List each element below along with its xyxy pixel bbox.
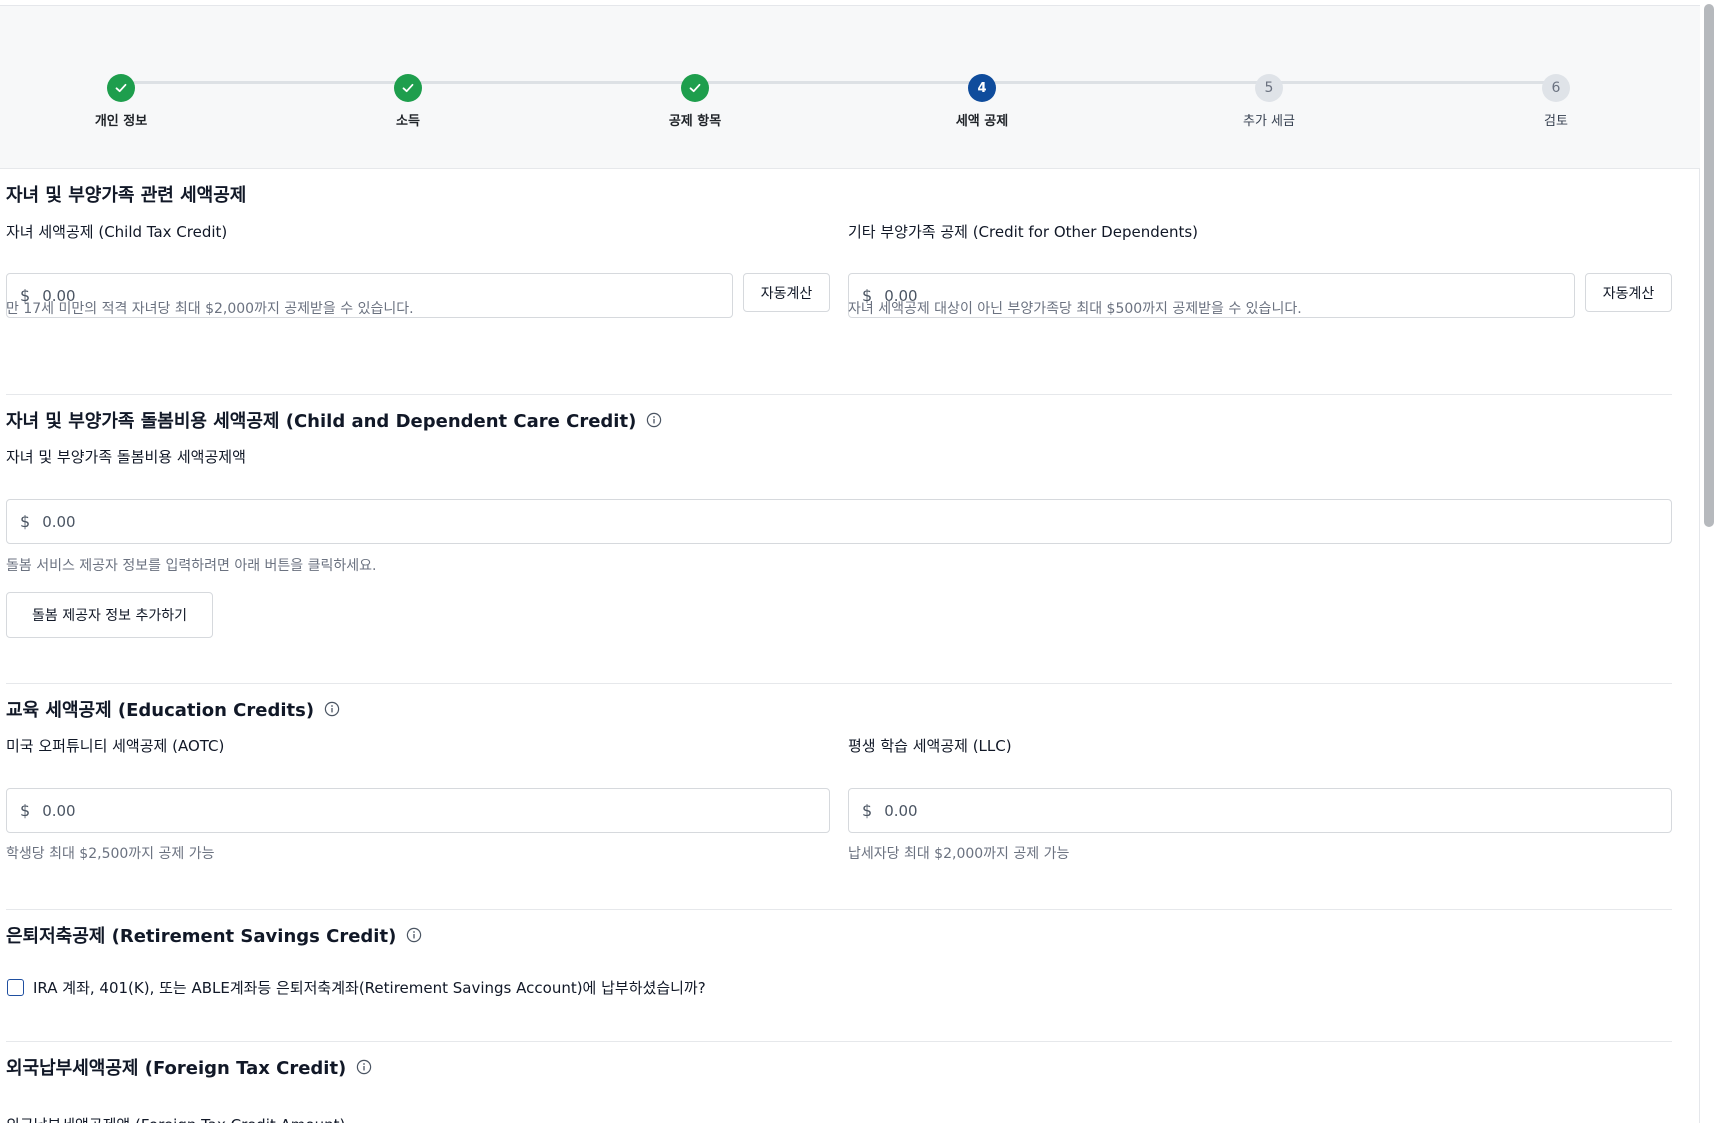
- scrollbar-thumb[interactable]: [1704, 4, 1714, 527]
- step-number: 5: [1255, 74, 1283, 102]
- currency-symbol: $: [862, 801, 873, 820]
- care-credit-help: 돌봄 서비스 제공자 정보를 입력하려면 아래 버튼을 클릭하세요.: [6, 558, 377, 574]
- input-placeholder: 0.00: [42, 801, 76, 820]
- add-care-provider-button[interactable]: 돌봄 제공자 정보 추가하기: [6, 592, 213, 638]
- child-tax-credit-help: 만 17세 미만의 적격 자녀당 최대 $2,000까지 공제받을 수 있습니다…: [6, 301, 414, 317]
- input-placeholder: 0.00: [42, 512, 76, 531]
- other-dependents-autocalc-button[interactable]: 자동계산: [1585, 273, 1672, 312]
- step-deductions[interactable]: 공제 항목: [625, 74, 765, 129]
- info-icon[interactable]: [324, 701, 340, 717]
- step-label: 공제 항목: [668, 114, 722, 129]
- retirement-contribution-checkbox[interactable]: [7, 979, 24, 996]
- aotc-input[interactable]: $ 0.00: [6, 788, 830, 833]
- section-divider: [6, 683, 1672, 684]
- section-divider: [6, 909, 1672, 910]
- foreign-credit-label: 외국납부세액공제액 (Foreign Tax Credit Amount): [6, 1114, 345, 1123]
- section-divider: [6, 394, 1672, 395]
- section-title-foreign: 외국납부세액공제 (Foreign Tax Credit): [6, 1054, 372, 1080]
- step-label: 소득: [396, 114, 420, 129]
- step-label: 검토: [1544, 114, 1568, 129]
- info-icon[interactable]: [356, 1059, 372, 1075]
- section-title-care-credit: 자녀 및 부양가족 돌봄비용 세액공제 (Child and Dependent…: [6, 407, 662, 433]
- llc-input[interactable]: $ 0.00: [848, 788, 1672, 833]
- step-label: 추가 세금: [1243, 114, 1295, 129]
- child-tax-credit-label: 자녀 세액공제 (Child Tax Credit): [6, 223, 228, 241]
- currency-symbol: $: [20, 512, 31, 531]
- step-label: 개인 정보: [94, 114, 148, 129]
- step-income[interactable]: 소득: [338, 74, 478, 129]
- stepper-track: [121, 81, 1556, 84]
- other-dependents-help: 자녀 세액공제 대상이 아닌 부양가족당 최대 $500까지 공제받을 수 있습…: [848, 301, 1302, 317]
- other-dependents-label: 기타 부양가족 공제 (Credit for Other Dependents): [848, 223, 1199, 241]
- section-title-education: 교육 세액공제 (Education Credits): [6, 696, 340, 722]
- step-number: 6: [1542, 74, 1570, 102]
- step-review[interactable]: 6 검토: [1486, 74, 1626, 129]
- section-title-text: 외국납부세액공제 (Foreign Tax Credit): [6, 1058, 347, 1079]
- step-number: 4: [968, 74, 996, 102]
- step-tax-credits[interactable]: 4 세액 공제: [912, 74, 1052, 129]
- section-title-text: 교육 세액공제 (Education Credits): [6, 700, 315, 721]
- section-divider: [6, 1041, 1672, 1042]
- llc-label: 평생 학습 세액공제 (LLC): [848, 737, 1012, 755]
- aotc-label: 미국 오퍼튜니티 세액공제 (AOTC): [6, 737, 225, 755]
- retirement-contribution-question[interactable]: IRA 계좌, 401(K), 또는 ABLE계좌등 은퇴저축계좌(Retire…: [33, 977, 706, 998]
- check-icon: [681, 74, 709, 102]
- input-placeholder: 0.00: [884, 801, 918, 820]
- care-credit-input[interactable]: $ 0.00: [6, 499, 1672, 544]
- info-icon[interactable]: [646, 412, 662, 428]
- info-icon[interactable]: [406, 927, 422, 943]
- child-tax-credit-autocalc-button[interactable]: 자동계산: [743, 273, 830, 312]
- progress-stepper: 개인 정보 소득 공제 항목 4 세액 공제 5 추가 세금 6 검토: [0, 6, 1700, 169]
- step-label: 세액 공제: [955, 114, 1009, 129]
- tax-credits-form: 자녀 및 부양가족 관련 세액공제 자녀 세액공제 (Child Tax Cre…: [0, 169, 1700, 1123]
- currency-symbol: $: [20, 801, 31, 820]
- section-title-text: 자녀 및 부양가족 관련 세액공제: [6, 185, 247, 206]
- section-title-child-dependents: 자녀 및 부양가족 관련 세액공제: [6, 181, 246, 207]
- check-icon: [394, 74, 422, 102]
- llc-help: 납세자당 최대 $2,000까지 공제 가능: [848, 846, 1070, 862]
- step-additional-taxes[interactable]: 5 추가 세금: [1199, 74, 1339, 129]
- care-credit-label: 자녀 및 부양가족 돌봄비용 세액공제액: [6, 448, 246, 466]
- section-title-text: 자녀 및 부양가족 돌봄비용 세액공제 (Child and Dependent…: [6, 411, 637, 432]
- aotc-help: 학생당 최대 $2,500까지 공제 가능: [6, 846, 215, 862]
- step-personal-info[interactable]: 개인 정보: [51, 74, 191, 129]
- section-title-text: 은퇴저축공제 (Retirement Savings Credit): [6, 926, 397, 947]
- section-title-retirement: 은퇴저축공제 (Retirement Savings Credit): [6, 922, 422, 948]
- check-icon: [107, 74, 135, 102]
